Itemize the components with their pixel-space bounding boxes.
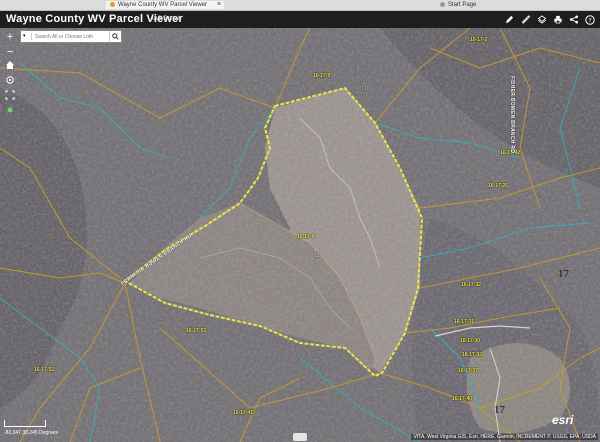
- print-icon[interactable]: [551, 13, 564, 26]
- search-button[interactable]: [109, 31, 121, 42]
- parcel-label[interactable]: 16-17-9: [313, 73, 330, 79]
- tab-parcel-viewer[interactable]: Wayne County WV Parcel Viewer ×: [106, 1, 224, 9]
- parcel-label[interactable]: 16-17-33: [462, 352, 482, 358]
- coordinate-readout: -82.347 38.245 Degrees: [4, 430, 58, 436]
- parcel-label[interactable]: 16-17-41: [233, 410, 253, 416]
- road-label: FISHER BOWEN BRANCH RD: [509, 76, 515, 154]
- parcel-label[interactable]: 16-17-31: [454, 319, 474, 325]
- chevron-down-icon[interactable]: ▾: [23, 33, 32, 40]
- fullscreen-icon: [5, 90, 15, 100]
- tab-label: Start Page: [448, 2, 477, 8]
- app-subtitle: IAS Portal: [152, 16, 180, 22]
- lot-number: 12: [314, 253, 320, 259]
- tab-label: Wayne County WV Parcel Viewer: [118, 2, 208, 8]
- tab-start-page[interactable]: Start Page: [436, 1, 514, 9]
- search-icon: [112, 33, 119, 40]
- zoom-in-button[interactable]: +: [3, 30, 17, 44]
- edit-icon[interactable]: [503, 13, 516, 26]
- close-icon[interactable]: ×: [217, 1, 221, 9]
- parcel-label[interactable]: 16-17-37: [458, 368, 478, 374]
- zoom-out-button[interactable]: −: [3, 45, 17, 59]
- map-attribution: VITA, West Virginia GIS, Esri, HERE, Gar…: [411, 434, 598, 440]
- parcel-label[interactable]: 16-17-30: [460, 338, 480, 344]
- layers-icon[interactable]: [535, 13, 548, 26]
- parcel-label[interactable]: 16-17-32: [461, 282, 481, 288]
- app-header: Wayne County WV Parcel Viewer IAS Portal…: [0, 11, 600, 28]
- parcel-label[interactable]: 16-17-40: [452, 396, 472, 402]
- favicon-icon: [440, 1, 445, 7]
- attribution-toggle[interactable]: [293, 433, 307, 441]
- measure-icon[interactable]: [519, 13, 532, 26]
- basemap-button[interactable]: [3, 105, 17, 119]
- district-number: 17: [494, 404, 505, 416]
- locate-button[interactable]: [3, 75, 17, 89]
- locate-icon: [6, 76, 14, 84]
- search-input[interactable]: [35, 31, 107, 42]
- browser-tab-bar: Wayne County WV Parcel Viewer × Start Pa…: [0, 0, 600, 11]
- district-number: 17: [558, 268, 569, 280]
- home-button[interactable]: [3, 60, 17, 74]
- fullscreen-button[interactable]: [3, 90, 17, 104]
- parcel-label[interactable]: 16-17-53: [186, 328, 206, 334]
- help-icon[interactable]: ?: [583, 13, 596, 26]
- parcel-label[interactable]: 16-17-52: [34, 367, 54, 373]
- parcel-label[interactable]: 16-17-2: [470, 37, 487, 43]
- share-icon[interactable]: [567, 13, 580, 26]
- esri-logo: esri: [552, 413, 574, 427]
- lot-number: 10: [364, 86, 370, 92]
- header-toolbar: ?: [503, 13, 596, 26]
- scale-bar: [4, 420, 46, 427]
- home-icon: [6, 61, 14, 69]
- svg-text:?: ?: [588, 16, 591, 24]
- parcel-label[interactable]: 16-17-26: [488, 183, 508, 189]
- favicon-icon: [110, 1, 115, 7]
- parcel-label[interactable]: 16-17-8: [297, 234, 314, 240]
- basemap-icon: [7, 107, 13, 113]
- map-controls: + −: [3, 30, 17, 120]
- search-widget: ▾: [20, 30, 122, 43]
